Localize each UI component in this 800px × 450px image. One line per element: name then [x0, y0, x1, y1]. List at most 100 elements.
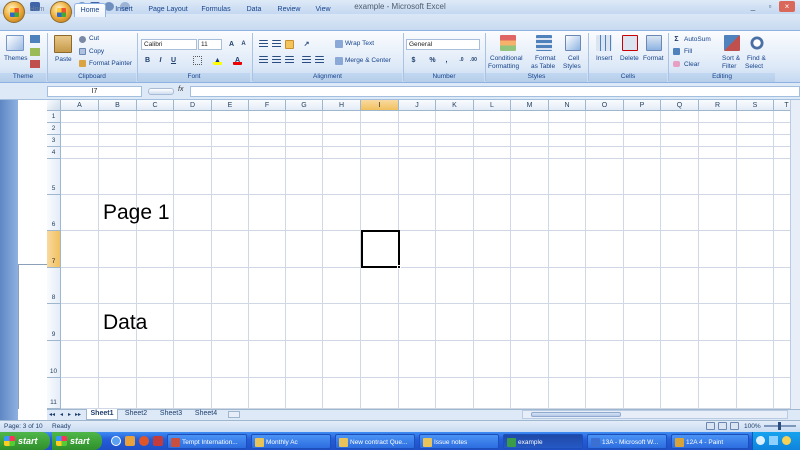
- merge-center-label[interactable]: Merge & Center: [345, 57, 391, 64]
- tab-insert[interactable]: Insert: [110, 3, 138, 17]
- column-header-i[interactable]: I: [361, 100, 399, 111]
- column-header-c[interactable]: C: [137, 100, 174, 111]
- sort-filter-label[interactable]: Sort &: [722, 55, 740, 62]
- increase-indent-icon[interactable]: [315, 56, 324, 65]
- cut-icon[interactable]: [79, 36, 86, 43]
- currency-button[interactable]: $: [409, 56, 418, 65]
- row-header-11[interactable]: 11: [47, 378, 61, 409]
- sort-filter-label2[interactable]: Filter: [722, 63, 736, 70]
- align-center-icon[interactable]: [272, 56, 281, 65]
- column-header-b[interactable]: B: [99, 100, 137, 111]
- office-button-2[interactable]: [50, 1, 72, 23]
- fx-button[interactable]: fx: [178, 86, 183, 93]
- sort-filter-icon[interactable]: [724, 35, 740, 51]
- row-header-2[interactable]: 2: [47, 123, 61, 135]
- column-header-f[interactable]: F: [249, 100, 286, 111]
- grow-font-icon[interactable]: A: [227, 40, 236, 49]
- find-select-icon[interactable]: [749, 35, 765, 51]
- copy-icon[interactable]: [79, 48, 86, 55]
- quicklaunch-firefox-icon[interactable]: [139, 436, 149, 446]
- row-header-7[interactable]: 7: [47, 231, 61, 268]
- paste-label[interactable]: Paste: [55, 56, 72, 63]
- column-header-p[interactable]: P: [624, 100, 661, 111]
- taskbar-item[interactable]: 12A 4 - Paint: [671, 434, 749, 449]
- tray-network-icon[interactable]: [769, 436, 778, 445]
- column-header-r[interactable]: R: [699, 100, 737, 111]
- taskbar-item[interactable]: 13A - Microsoft W...: [587, 434, 667, 449]
- theme-effects-icon[interactable]: [30, 60, 40, 68]
- fill-label[interactable]: Fill: [684, 48, 692, 55]
- fill-icon[interactable]: [673, 48, 680, 55]
- delete-cells-icon[interactable]: [622, 35, 638, 51]
- font-size-combo[interactable]: 11: [198, 39, 222, 50]
- column-header-k[interactable]: K: [436, 100, 474, 111]
- tab-data[interactable]: Data: [241, 3, 267, 17]
- tab-home-bg[interactable]: Hom: [28, 3, 46, 17]
- tab-home[interactable]: Home: [74, 3, 106, 17]
- align-right-icon[interactable]: [285, 56, 294, 65]
- bold-button[interactable]: B: [143, 56, 152, 65]
- format-painter-label[interactable]: Format Painter: [89, 60, 132, 67]
- normal-view-icon[interactable]: [706, 422, 715, 430]
- align-left-icon[interactable]: [259, 56, 268, 65]
- italic-button[interactable]: I: [156, 56, 165, 65]
- sheet-nav-next-icon[interactable]: ▸: [68, 411, 71, 418]
- page-break-view-icon[interactable]: [730, 422, 739, 430]
- borders-icon[interactable]: [193, 56, 202, 65]
- tray-app-icon[interactable]: [782, 436, 791, 445]
- theme-font-icon[interactable]: [30, 48, 40, 56]
- zoom-slider[interactable]: [764, 422, 796, 430]
- scroll-thumb[interactable]: [531, 412, 621, 417]
- row-header-3[interactable]: 3: [47, 135, 61, 147]
- quicklaunch-app-icon[interactable]: [153, 436, 163, 446]
- insert-cells-label[interactable]: Insert: [596, 55, 612, 62]
- column-header-g[interactable]: G: [286, 100, 323, 111]
- active-cell-i7[interactable]: [361, 230, 400, 268]
- row-header-5[interactable]: 5: [47, 159, 61, 195]
- find-select-label[interactable]: Find &: [747, 55, 766, 62]
- cell-styles-label[interactable]: Cell: [568, 55, 579, 62]
- office-button[interactable]: [3, 1, 25, 23]
- maximize-button[interactable]: ▫: [762, 1, 778, 12]
- column-header-o[interactable]: O: [586, 100, 624, 111]
- formula-input[interactable]: [190, 86, 800, 97]
- tab-view[interactable]: View: [310, 3, 336, 17]
- column-header-a[interactable]: A: [61, 100, 99, 111]
- row-header-8[interactable]: 8: [47, 268, 61, 304]
- align-bottom-icon[interactable]: [285, 40, 294, 49]
- row-header-1[interactable]: 1: [47, 111, 61, 123]
- name-box[interactable]: I7: [47, 86, 142, 97]
- taskbar-item[interactable]: New contract Que...: [335, 434, 415, 449]
- themes-icon[interactable]: [6, 35, 24, 51]
- percent-button[interactable]: %: [428, 56, 437, 65]
- decrease-decimal-icon[interactable]: .00: [469, 56, 478, 65]
- align-top-icon[interactable]: [259, 40, 268, 49]
- sheet-nav-last-icon[interactable]: ▸▸: [75, 411, 81, 418]
- minimize-button[interactable]: _: [745, 1, 761, 12]
- find-select-label2[interactable]: Select: [745, 63, 763, 70]
- cell-b9[interactable]: Data: [103, 311, 147, 335]
- column-header-m[interactable]: M: [511, 100, 549, 111]
- row-header-4[interactable]: 4: [47, 147, 61, 159]
- horizontal-scrollbar[interactable]: [522, 410, 788, 419]
- number-format-combo[interactable]: General: [406, 39, 480, 50]
- sheet-tab-sheet3[interactable]: Sheet3: [155, 409, 187, 420]
- sheet-nav-first-icon[interactable]: ◂◂: [49, 411, 55, 418]
- align-middle-icon[interactable]: [272, 40, 281, 49]
- sheet-tab-sheet2[interactable]: Sheet2: [120, 409, 152, 420]
- font-color-icon[interactable]: A: [233, 56, 242, 65]
- vertical-scrollbar[interactable]: [790, 100, 800, 409]
- taskbar-item[interactable]: Issue notes: [419, 434, 499, 449]
- taskbar-item[interactable]: Monthly Ac: [251, 434, 331, 449]
- tray-volume-icon[interactable]: [756, 436, 765, 445]
- zoom-level[interactable]: 100%: [744, 423, 761, 430]
- column-header-j[interactable]: J: [399, 100, 436, 111]
- cut-label[interactable]: Cut: [89, 35, 99, 42]
- tab-review[interactable]: Review: [273, 3, 305, 17]
- clear-label[interactable]: Clear: [684, 61, 700, 68]
- sheet-tab-sheet1[interactable]: Sheet1: [86, 409, 118, 420]
- sheet-tab-sheet4[interactable]: Sheet4: [190, 409, 222, 420]
- close-button[interactable]: ×: [779, 1, 795, 12]
- quicklaunch-outlook-icon[interactable]: [125, 436, 135, 446]
- cell-styles-icon[interactable]: [565, 35, 581, 51]
